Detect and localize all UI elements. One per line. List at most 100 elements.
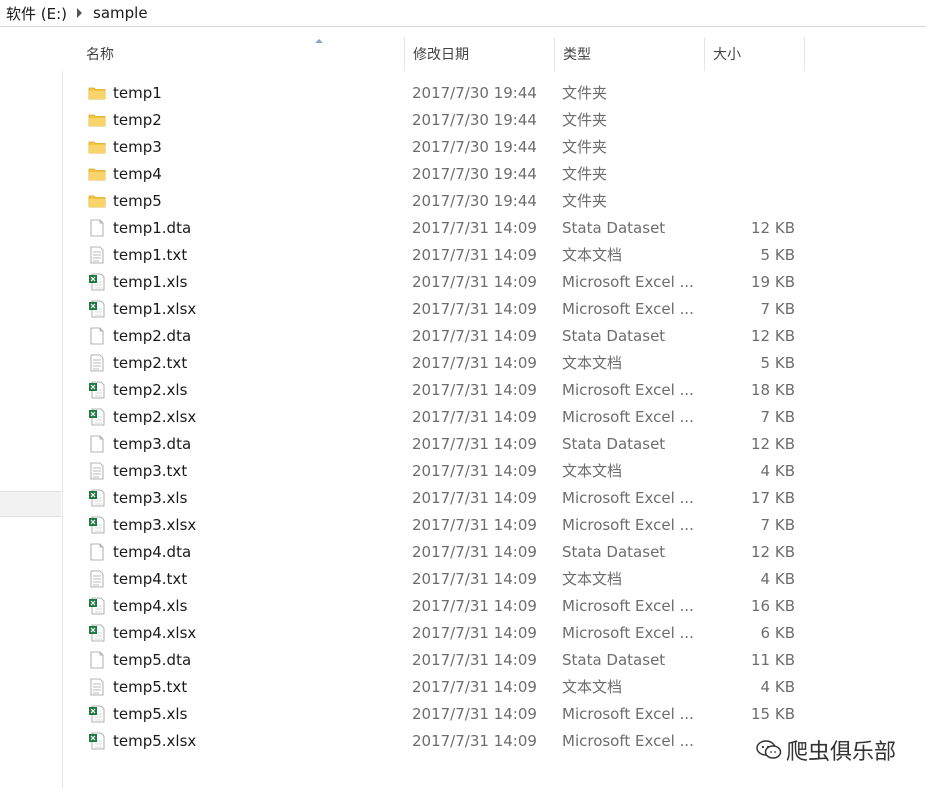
file-date: 2017/7/31 14:09 [412, 543, 537, 561]
file-row[interactable]: temp5.dta 2017/7/31 14:09 Stata Dataset 11 … [62, 647, 926, 674]
file-date: 2017/7/31 14:09 [412, 354, 537, 372]
file-size: 15 KB [751, 705, 795, 723]
file-row[interactable]: temp2.xlsx 2017/7/31 14:09 Microsoft Excel… [62, 404, 926, 431]
file-row[interactable]: temp4.xls 2017/7/31 14:09 Microsoft Excel … [62, 593, 926, 620]
file-row[interactable]: temp3 2017/7/30 19:44 文件夹 [62, 134, 926, 161]
file-size: 4 KB [760, 570, 795, 588]
file-name: temp1.dta [113, 219, 192, 237]
file-type: 文件夹 [562, 84, 608, 102]
file-name: temp3.xlsx [113, 516, 197, 534]
file-row[interactable]: temp1.txt 2017/7/31 14:09 文本文档 5 KB [62, 242, 926, 269]
chevron-right-icon[interactable] [71, 8, 87, 18]
file-date: 2017/7/31 14:09 [412, 597, 537, 615]
file-name: temp2.dta [113, 327, 192, 345]
file-row[interactable]: temp2.txt 2017/7/31 14:09 文本文档 5 KB [62, 350, 926, 377]
column-header-date[interactable]: 修改日期 [405, 37, 555, 71]
file-date: 2017/7/31 14:09 [412, 651, 537, 669]
text-file-icon [88, 678, 106, 696]
folder-icon [88, 111, 106, 129]
text-file-icon [88, 462, 106, 480]
excel-file-icon [88, 597, 106, 615]
breadcrumb-folder[interactable]: sample [87, 4, 152, 22]
file-size: 4 KB [760, 462, 795, 480]
file-type: 文件夹 [562, 192, 608, 210]
file-type: 文本文档 [562, 462, 623, 480]
file-size: 5 KB [760, 246, 795, 264]
sort-ascending-icon [315, 39, 323, 43]
file-date: 2017/7/31 14:09 [412, 624, 537, 642]
file-row[interactable]: temp1 2017/7/30 19:44 文件夹 [62, 80, 926, 107]
file-date: 2017/7/31 14:09 [412, 705, 537, 723]
nav-selected-item[interactable] [0, 491, 61, 517]
column-header-size[interactable]: 大小 [705, 37, 805, 71]
blank-file-icon [88, 543, 106, 561]
file-date: 2017/7/31 14:09 [412, 327, 537, 345]
excel-file-icon [88, 273, 106, 291]
file-date: 2017/7/31 14:09 [412, 381, 537, 399]
file-row[interactable]: temp3.xlsx 2017/7/31 14:09 Microsoft Excel… [62, 512, 926, 539]
excel-file-icon [88, 408, 106, 426]
file-size: 12 KB [751, 219, 795, 237]
file-type: Microsoft Excel ... [562, 300, 694, 318]
file-row[interactable]: temp3.txt 2017/7/31 14:09 文本文档 4 KB [62, 458, 926, 485]
column-header-type[interactable]: 类型 [555, 37, 705, 71]
file-date: 2017/7/30 19:44 [412, 84, 537, 102]
file-row[interactable]: temp5.txt 2017/7/31 14:09 文本文档 4 KB [62, 674, 926, 701]
file-type: Microsoft Excel ... [562, 705, 694, 723]
file-row[interactable]: temp5.xls 2017/7/31 14:09 Microsoft Excel … [62, 701, 926, 728]
folder-icon [88, 138, 106, 156]
file-row[interactable]: temp2.dta 2017/7/31 14:09 Stata Dataset 12 … [62, 323, 926, 350]
file-type: 文本文档 [562, 354, 623, 372]
file-size: 7 KB [760, 408, 795, 426]
file-type: Microsoft Excel ... [562, 489, 694, 507]
file-row[interactable]: temp5 2017/7/30 19:44 文件夹 [62, 188, 926, 215]
excel-file-icon [88, 732, 106, 750]
column-header-name[interactable]: 名称 [78, 37, 405, 71]
file-type: Microsoft Excel ... [562, 597, 694, 615]
file-row[interactable]: temp1.dta 2017/7/31 14:09 Stata Dataset 12 … [62, 215, 926, 242]
file-row[interactable]: temp4.xlsx 2017/7/31 14:09 Microsoft Excel… [62, 620, 926, 647]
file-row[interactable]: temp2 2017/7/30 19:44 文件夹 [62, 107, 926, 134]
file-size: 11 KB [751, 651, 795, 669]
file-name: temp4.xls [113, 597, 188, 615]
file-size: 6 KB [760, 624, 795, 642]
text-file-icon [88, 354, 106, 372]
excel-file-icon [88, 300, 106, 318]
file-size: 19 KB [751, 273, 795, 291]
file-row[interactable]: temp1.xls 2017/7/31 14:09 Microsoft Excel … [62, 269, 926, 296]
file-date: 2017/7/31 14:09 [412, 300, 537, 318]
file-size: 12 KB [751, 327, 795, 345]
file-size: 12 KB [751, 543, 795, 561]
file-name: temp1.xlsx [113, 300, 197, 318]
file-row[interactable]: temp1.xlsx 2017/7/31 14:09 Microsoft Excel… [62, 296, 926, 323]
file-row[interactable]: temp3.dta 2017/7/31 14:09 Stata Dataset 12 … [62, 431, 926, 458]
file-name: temp5.dta [113, 651, 192, 669]
file-size: 7 KB [760, 516, 795, 534]
file-row[interactable]: temp4.dta 2017/7/31 14:09 Stata Dataset 12 … [62, 539, 926, 566]
column-header-type-label: 类型 [563, 47, 591, 63]
file-size: 7 KB [760, 300, 795, 318]
file-type: Microsoft Excel ... [562, 732, 694, 750]
text-file-icon [88, 570, 106, 588]
blank-file-icon [88, 435, 106, 453]
file-type: Microsoft Excel ... [562, 273, 694, 291]
file-name: temp3 [113, 138, 162, 156]
file-row[interactable]: temp2.xls 2017/7/31 14:09 Microsoft Excel … [62, 377, 926, 404]
file-row[interactable]: temp4 2017/7/30 19:44 文件夹 [62, 161, 926, 188]
file-row[interactable]: temp3.xls 2017/7/31 14:09 Microsoft Excel … [62, 485, 926, 512]
file-type: Stata Dataset [562, 327, 666, 345]
wechat-icon [756, 740, 782, 759]
file-row[interactable]: temp4.txt 2017/7/31 14:09 文本文档 4 KB [62, 566, 926, 593]
blank-file-icon [88, 219, 106, 237]
file-name: temp1.xls [113, 273, 188, 291]
folder-icon [88, 165, 106, 183]
breadcrumb-drive[interactable]: 软件 (E:) [0, 3, 71, 24]
file-date: 2017/7/31 14:09 [412, 408, 537, 426]
blank-file-icon [88, 651, 106, 669]
file-date: 2017/7/31 14:09 [412, 732, 537, 750]
file-type: Stata Dataset [562, 651, 666, 669]
file-date: 2017/7/31 14:09 [412, 273, 537, 291]
navigation-pane[interactable] [0, 37, 63, 788]
file-date: 2017/7/31 14:09 [412, 489, 537, 507]
address-bar[interactable]: 软件 (E:) sample [0, 0, 926, 27]
